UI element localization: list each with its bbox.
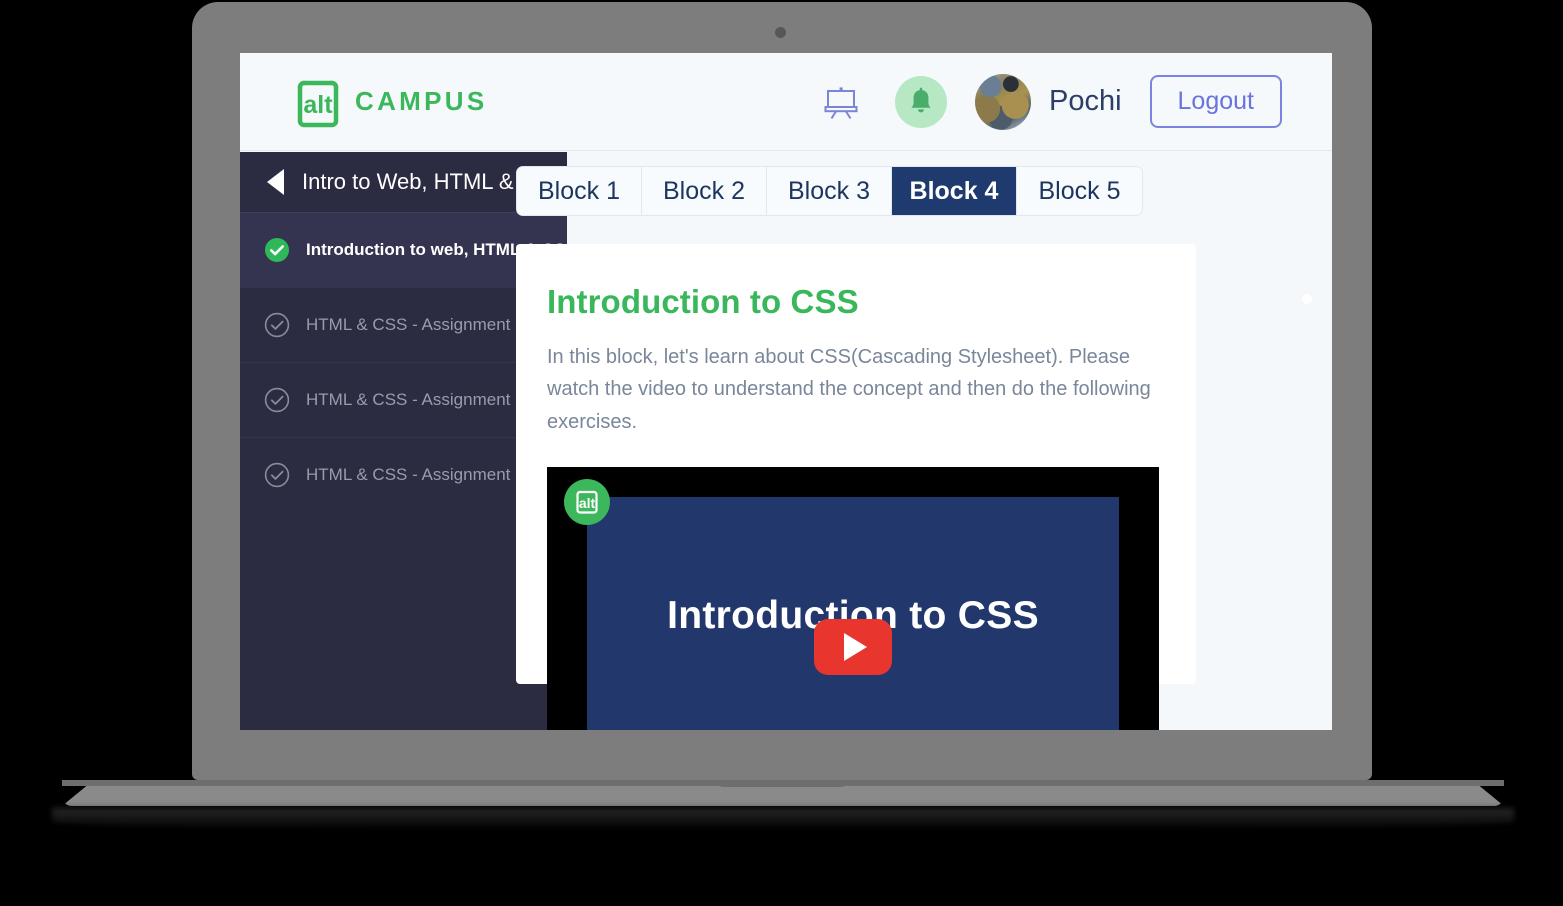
brand-logo[interactable]: alt CAMPUS <box>290 74 487 130</box>
tab-block-4[interactable]: Block 4 <box>892 167 1017 215</box>
page-title: Introduction to CSS <box>547 283 859 320</box>
video-thumbnail: Introduction to CSS <box>587 497 1119 730</box>
check-circle-outline-icon <box>264 462 290 488</box>
tab-block-5[interactable]: Block 5 <box>1017 167 1142 215</box>
video-player[interactable]: Introduction to CSS alt <box>547 467 1159 730</box>
altcampus-logo-icon: alt <box>290 74 346 130</box>
sidebar-item-label: HTML & CSS - Assignment III <box>306 465 530 484</box>
caret-left-icon[interactable] <box>267 168 284 195</box>
screenshot-stage: alt CAMPUS Pochi Logout Intro to Web, HT… <box>0 0 1563 906</box>
app-header: alt CAMPUS Pochi Logout <box>240 53 1332 151</box>
alt-watermark-icon: alt <box>564 479 610 526</box>
check-circle-outline-icon <box>264 387 290 413</box>
sidebar-item-label: HTML & CSS - Assignment II <box>306 390 525 409</box>
logout-button[interactable]: Logout <box>1149 75 1282 128</box>
check-circle-filled-icon <box>264 237 290 263</box>
tab-block-3[interactable]: Block 3 <box>767 167 892 215</box>
notification-bell-icon[interactable] <box>894 75 947 128</box>
laptop-trackpad-notch <box>717 780 847 787</box>
brand-wordmark: CAMPUS <box>355 86 488 116</box>
youtube-play-icon[interactable] <box>814 619 892 676</box>
scroll-indicator-dot[interactable] <box>1302 294 1312 304</box>
svg-text:alt: alt <box>579 495 596 511</box>
tab-block-1[interactable]: Block 1 <box>517 167 642 215</box>
laptop-camera-dot <box>775 27 786 38</box>
whiteboard-easel-icon[interactable] <box>815 76 867 128</box>
lesson-description: In this block, let's learn about CSS(Cas… <box>547 346 1151 433</box>
check-circle-outline-icon <box>264 312 290 338</box>
laptop-shadow <box>52 808 1514 830</box>
header-actions: Pochi Logout <box>815 73 1282 130</box>
svg-text:alt: alt <box>303 91 333 119</box>
tab-block-2[interactable]: Block 2 <box>642 167 767 215</box>
username-label: Pochi <box>1048 85 1122 117</box>
avatar[interactable] <box>974 73 1031 130</box>
sidebar-item-label: HTML & CSS - Assignment I <box>306 315 520 334</box>
lesson-content-card: Introduction to CSS In this block, let's… <box>516 244 1196 730</box>
block-tabs: Block 1 Block 2 Block 3 Block 4 Block 5 <box>516 166 1143 216</box>
screen-viewport: alt CAMPUS Pochi Logout Intro to Web, HT… <box>240 53 1332 730</box>
play-triangle <box>844 633 867 662</box>
